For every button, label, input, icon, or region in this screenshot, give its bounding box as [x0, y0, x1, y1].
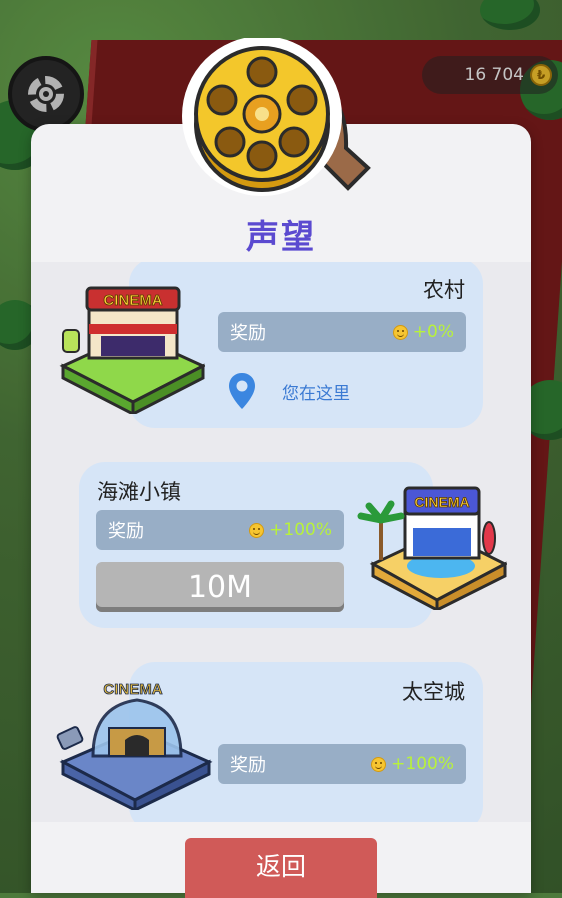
film-reel-icon	[182, 38, 371, 196]
current-location-text: 您在这里	[282, 383, 350, 404]
countryside-cinema-icon: CINEMA	[59, 286, 205, 414]
space-cinema-icon: CINEMA	[56, 681, 213, 810]
smile-icon	[249, 522, 265, 538]
current-location-indicator: 您在这里	[228, 372, 350, 410]
beach-cinema-icon: CINEMA	[357, 486, 507, 610]
reward-label: 奖励	[230, 755, 266, 776]
reward-percent: +100%	[391, 754, 454, 774]
reward-value: +0%	[392, 322, 454, 342]
reward-label: 奖励	[230, 323, 266, 344]
reward-bar-space-city: 奖励 +100%	[218, 744, 466, 784]
cinema-sign: CINEMA	[103, 292, 162, 309]
reward-label: 奖励	[108, 521, 144, 542]
location-list[interactable]: CINEMA 农村 奖励 +0% 您在这里 海滩小镇 奖励 +100% 10M …	[31, 262, 531, 822]
cinema-sign: CINEMA	[103, 681, 162, 698]
modal-title: 声望	[246, 217, 316, 256]
unlock-price-button[interactable]: 10M	[96, 562, 344, 612]
location-name-countryside: 农村	[423, 278, 465, 302]
reward-value: +100%	[249, 520, 332, 540]
reward-value: +100%	[371, 754, 454, 774]
back-button[interactable]: 返回	[185, 838, 377, 898]
location-name-space-city: 太空城	[402, 680, 465, 704]
reward-percent: +100%	[269, 520, 332, 540]
cinema-sign: CINEMA	[414, 494, 469, 510]
location-pin-icon	[229, 373, 255, 409]
reward-percent: +0%	[412, 322, 454, 342]
smile-icon	[392, 324, 408, 340]
reward-bar-countryside: 奖励 +0%	[218, 312, 466, 352]
smile-icon	[371, 756, 387, 772]
reward-bar-beach-town: 奖励 +100%	[96, 510, 344, 550]
location-name-beach-town: 海滩小镇	[97, 480, 181, 504]
